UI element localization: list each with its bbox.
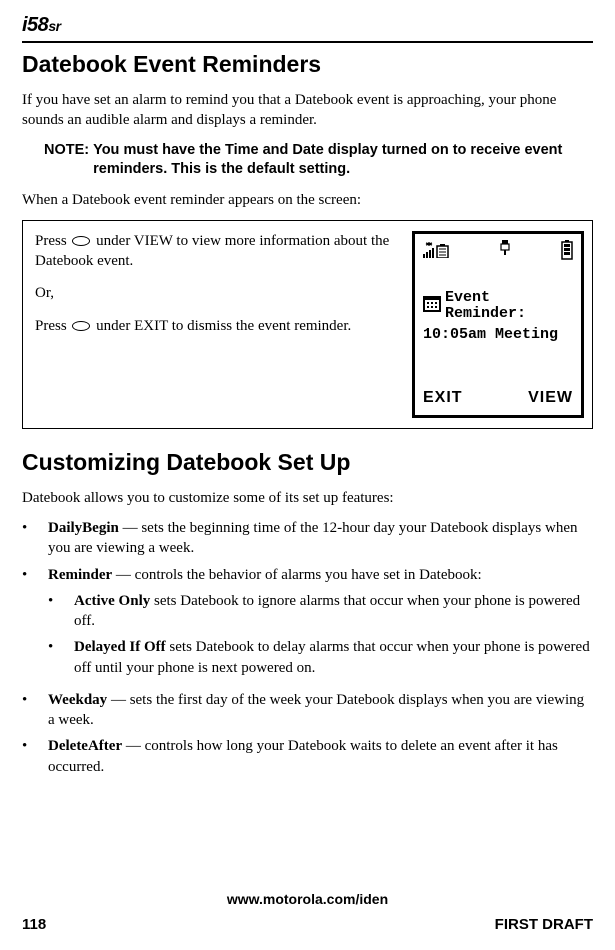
subsetting-name-activeonly: Active Only bbox=[74, 593, 150, 609]
when-paragraph: When a Datebook event reminder appears o… bbox=[22, 190, 593, 210]
softkey-left[interactable]: EXIT bbox=[423, 387, 463, 409]
setting-desc-weekday: — sets the first day of the week your Da… bbox=[48, 692, 584, 728]
list-item: • Reminder — controls the behavior of al… bbox=[22, 565, 593, 684]
header-divider bbox=[22, 41, 593, 43]
page-number: 118 bbox=[22, 915, 46, 935]
reminder-sublist: • Active Only sets Datebook to ignore al… bbox=[48, 591, 593, 678]
setting-name-reminder: Reminder bbox=[48, 567, 112, 583]
signal-icon bbox=[423, 240, 449, 258]
softkey-icon bbox=[72, 321, 90, 331]
setting-desc-deleteafter: — controls how long your Datebook waits … bbox=[48, 738, 558, 774]
footer-line: 118 FIRST DRAFT bbox=[22, 915, 593, 935]
setting-name-deleteafter: DeleteAfter bbox=[48, 738, 122, 754]
section-heading-customizing: Customizing Datebook Set Up bbox=[22, 447, 593, 478]
page-footer: www.motorola.com/iden 118 FIRST DRAFT bbox=[22, 890, 593, 935]
note-label: NOTE: bbox=[44, 141, 89, 180]
device-logo: i58sr bbox=[22, 12, 593, 39]
event-time-text: 10:05am Meeting bbox=[423, 325, 573, 345]
instruction-text-column: Press under VIEW to view more informatio… bbox=[35, 231, 404, 418]
battery-icon bbox=[561, 240, 573, 260]
setting-name-weekday: Weekday bbox=[48, 692, 107, 708]
settings-list: • DailyBegin — sets the beginning time o… bbox=[22, 518, 593, 777]
list-item: • Weekday — sets the first day of the we… bbox=[22, 690, 593, 731]
press-view-instruction: Press under VIEW to view more informatio… bbox=[35, 231, 398, 272]
connector-icon bbox=[499, 240, 511, 255]
press-exit-instruction: Press under EXIT to dismiss the event re… bbox=[35, 316, 398, 336]
customize-intro: Datebook allows you to customize some of… bbox=[22, 488, 593, 508]
note-block: NOTE: You must have the Time and Date di… bbox=[44, 141, 593, 180]
logo-main: i58 bbox=[22, 14, 48, 36]
calendar-icon bbox=[423, 296, 441, 318]
or-text: Or, bbox=[35, 283, 398, 303]
softkey-icon bbox=[72, 236, 90, 246]
logo-suffix: sr bbox=[48, 18, 60, 34]
setting-name-dailybegin: DailyBegin bbox=[48, 520, 119, 536]
list-item: • DeleteAfter — controls how long your D… bbox=[22, 736, 593, 777]
event-reminder-label: Event Reminder: bbox=[445, 290, 573, 323]
list-item: • Delayed If Off sets Datebook to delay … bbox=[48, 637, 593, 678]
section-heading-reminders: Datebook Event Reminders bbox=[22, 49, 593, 80]
phone-status-bar bbox=[423, 240, 573, 266]
list-item: • DailyBegin — sets the beginning time o… bbox=[22, 518, 593, 559]
event-info: Event Reminder: 10:05am Meeting bbox=[423, 290, 573, 345]
subsetting-desc-activeonly: sets Datebook to ignore alarms that occu… bbox=[74, 593, 580, 629]
setting-desc-dailybegin: — sets the beginning time of the 12-hour… bbox=[48, 520, 578, 556]
instruction-box: Press under VIEW to view more informatio… bbox=[22, 220, 593, 429]
intro-paragraph: If you have set an alarm to remind you t… bbox=[22, 90, 593, 131]
setting-desc-reminder: — controls the behavior of alarms you ha… bbox=[112, 567, 482, 583]
note-text: You must have the Time and Date display … bbox=[93, 141, 593, 180]
phone-screen-mockup: Event Reminder: 10:05am Meeting EXIT VIE… bbox=[412, 231, 584, 418]
softkey-bar: EXIT VIEW bbox=[423, 387, 573, 409]
subsetting-name-delayedifoff: Delayed If Off bbox=[74, 639, 166, 655]
event-reminder-line: Event Reminder: bbox=[423, 290, 573, 323]
list-item: • Active Only sets Datebook to ignore al… bbox=[48, 591, 593, 632]
footer-url: www.motorola.com/iden bbox=[22, 890, 593, 909]
draft-label: FIRST DRAFT bbox=[495, 915, 593, 935]
softkey-right[interactable]: VIEW bbox=[528, 387, 573, 409]
